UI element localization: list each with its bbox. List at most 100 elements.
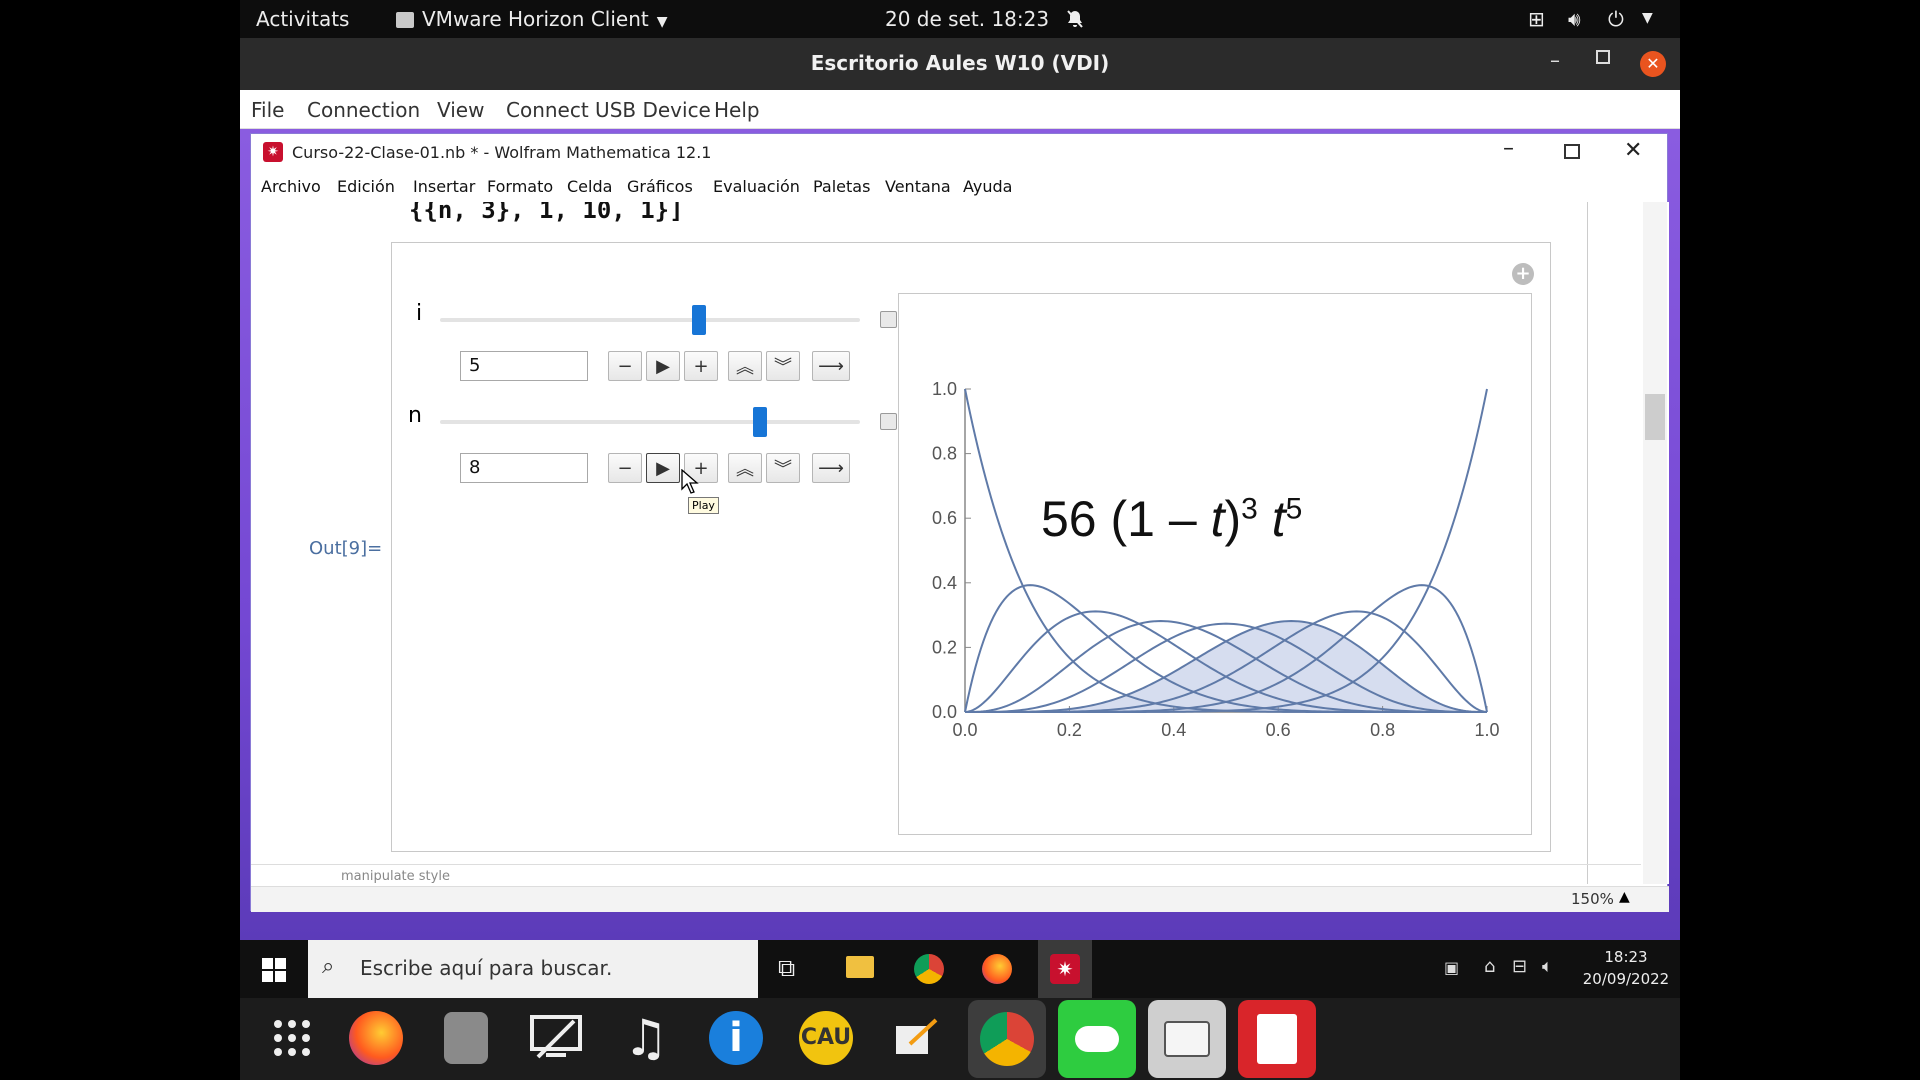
- play-button[interactable]: ▶: [646, 453, 680, 483]
- value-input-n[interactable]: 8: [460, 453, 588, 483]
- zoom-up-icon[interactable]: ▲: [1619, 889, 1630, 905]
- menu-ventana[interactable]: Ventana: [885, 177, 951, 196]
- plot-formula: 56 (1 – t)3 t5: [1041, 490, 1302, 548]
- clock[interactable]: 20 de set. 18:23: [885, 7, 1085, 31]
- y-tick-label: 0.6: [932, 508, 957, 528]
- tray-vm-icon[interactable]: ▣: [1444, 958, 1459, 977]
- mathematica-menubar: Archivo Edición Insertar Formato Celda G…: [251, 170, 1667, 202]
- menu-ayuda[interactable]: Ayuda: [963, 177, 1012, 196]
- app-grid-icon[interactable]: [260, 1006, 324, 1070]
- y-tick-label: 1.0: [932, 379, 957, 399]
- search-icon: ⌕: [322, 954, 335, 979]
- chrome-dock-icon[interactable]: [968, 1000, 1046, 1078]
- zoom-label[interactable]: 150%: [1571, 890, 1614, 908]
- menu-graficos[interactable]: Gráficos: [627, 177, 693, 196]
- disk-utility-icon[interactable]: [434, 1006, 498, 1070]
- menu-archivo[interactable]: Archivo: [261, 177, 321, 196]
- remote-desktop-icon[interactable]: [524, 1006, 588, 1070]
- close-button[interactable]: ✕: [1624, 138, 1642, 163]
- play-tooltip: Play: [688, 497, 719, 514]
- cloud-icon[interactable]: [1058, 1000, 1136, 1078]
- decrement-button[interactable]: −: [608, 351, 642, 381]
- firefox-dock-icon[interactable]: [344, 1006, 408, 1070]
- menu-edicion[interactable]: Edición: [337, 177, 395, 196]
- app-menu-label: VMware Horizon Client: [422, 7, 649, 31]
- activities-button[interactable]: Activitats: [256, 7, 349, 31]
- task-view-icon[interactable]: ⧉: [778, 954, 795, 982]
- faster-button[interactable]: ︽: [728, 351, 762, 381]
- increment-button[interactable]: +: [684, 351, 718, 381]
- volume-icon[interactable]: 🔊︎: [1568, 7, 1581, 31]
- decrement-button[interactable]: −: [608, 453, 642, 483]
- firefox-icon[interactable]: [982, 954, 1012, 984]
- formula-coefficient: 56: [1041, 491, 1097, 547]
- vmware-window: Escritorio Aules W10 (VDI) – ✕ File Conn…: [240, 38, 1680, 940]
- chrome-icon[interactable]: [914, 954, 944, 984]
- minimize-button[interactable]: –: [1503, 136, 1514, 161]
- vmware-title: Escritorio Aules W10 (VDI): [810, 51, 1110, 75]
- menu-formato[interactable]: Formato: [487, 177, 553, 196]
- maximize-button[interactable]: [1564, 144, 1580, 159]
- menu-paletas[interactable]: Paletas: [813, 177, 870, 196]
- files-icon[interactable]: [1148, 1000, 1226, 1078]
- music-icon[interactable]: ♫: [614, 1006, 678, 1070]
- x-tick-label: 0.6: [1266, 720, 1291, 740]
- power-icon[interactable]: ⏻: [1608, 7, 1624, 31]
- app-menu[interactable]: VMware Horizon Client ▼: [396, 7, 668, 31]
- slider-n-track[interactable]: [440, 420, 860, 424]
- menu-celda[interactable]: Celda: [567, 177, 612, 196]
- slower-button[interactable]: ︾: [766, 453, 800, 483]
- menu-view[interactable]: View: [437, 98, 484, 122]
- tray-clock[interactable]: 18:23 20/09/2022: [1574, 946, 1678, 990]
- formula-var: t: [1210, 491, 1225, 547]
- taskbar-search[interactable]: ⌕ Escribe aquí para buscar.: [308, 940, 758, 998]
- mathematica-taskbar-button[interactable]: ✷: [1038, 940, 1092, 998]
- slider-n-options-toggle[interactable]: [880, 413, 897, 430]
- y-tick-label: 0.2: [932, 637, 957, 657]
- vertical-scrollbar[interactable]: [1643, 202, 1667, 884]
- menu-connection[interactable]: Connection: [307, 98, 420, 122]
- add-icon[interactable]: +: [1512, 263, 1534, 285]
- cell-brackets[interactable]: [1587, 202, 1617, 884]
- direction-button[interactable]: ⟶: [812, 351, 850, 381]
- bernstein-chart: 0.0 0.2 0.4 0.6 0.8 1.0 0.0 0.2 0.4 0.6 0.8 1.0: [932, 379, 1500, 740]
- chevron-down-icon[interactable]: ▼: [1642, 10, 1653, 26]
- x-tick-label: 0.2: [1057, 720, 1082, 740]
- value-input-i[interactable]: 5: [460, 351, 588, 381]
- minimize-button[interactable]: –: [1550, 48, 1560, 72]
- mathematica-title: Curso-22-Clase-01.nb * - Wolfram Mathema…: [292, 143, 712, 162]
- cau-icon[interactable]: CAU: [794, 1006, 858, 1070]
- play-button[interactable]: ▶: [646, 351, 680, 381]
- windows-start-icon[interactable]: [262, 958, 286, 982]
- menu-connect-usb[interactable]: Connect USB Device: [506, 98, 711, 122]
- menu-evaluacion[interactable]: Evaluación: [713, 177, 800, 196]
- slider-n-thumb[interactable]: [753, 407, 767, 437]
- slider-i-thumb[interactable]: [692, 305, 706, 335]
- info-icon[interactable]: i: [704, 1006, 768, 1070]
- y-tick-label: 0.8: [932, 444, 957, 464]
- document-viewer-icon[interactable]: [1238, 1000, 1316, 1078]
- notes-icon[interactable]: [884, 1006, 948, 1070]
- scrollbar-thumb[interactable]: [1645, 394, 1665, 440]
- tray-volume-icon[interactable]: 🔈︎: [1542, 956, 1553, 977]
- menu-insertar[interactable]: Insertar: [413, 177, 475, 196]
- slower-button[interactable]: ︾: [766, 351, 800, 381]
- menu-file[interactable]: File: [251, 98, 284, 122]
- toolbar-label[interactable]: manipulate style: [341, 869, 450, 884]
- mathematica-icon: ✷: [1050, 954, 1080, 984]
- control-label-i: i: [416, 301, 423, 326]
- maximize-button[interactable]: [1596, 50, 1610, 64]
- notebook-area[interactable]: {{n, 3}, 1, 10, 1}] Out[9]= i 5 − ▶ + ︽ …: [251, 202, 1669, 884]
- network-icon[interactable]: ⊞: [1528, 7, 1545, 31]
- direction-button[interactable]: ⟶: [812, 453, 850, 483]
- input-code: {{n, 3}, 1, 10, 1}]: [409, 202, 684, 224]
- slider-i-track[interactable]: [440, 318, 860, 322]
- faster-button[interactable]: ︽: [728, 453, 762, 483]
- menu-help[interactable]: Help: [714, 98, 760, 122]
- file-explorer-icon[interactable]: [846, 956, 874, 978]
- tray-usb-icon[interactable]: ⌂: [1484, 956, 1495, 977]
- close-button[interactable]: ✕: [1640, 51, 1666, 77]
- tray-network-icon[interactable]: ⊟: [1512, 956, 1527, 977]
- manipulate-panel: i 5 − ▶ + ︽ ︾ ⟶ n 8 − ▶ + ︽ ︾ ⟶ Play + 0…: [391, 242, 1551, 852]
- slider-i-options-toggle[interactable]: [880, 311, 897, 328]
